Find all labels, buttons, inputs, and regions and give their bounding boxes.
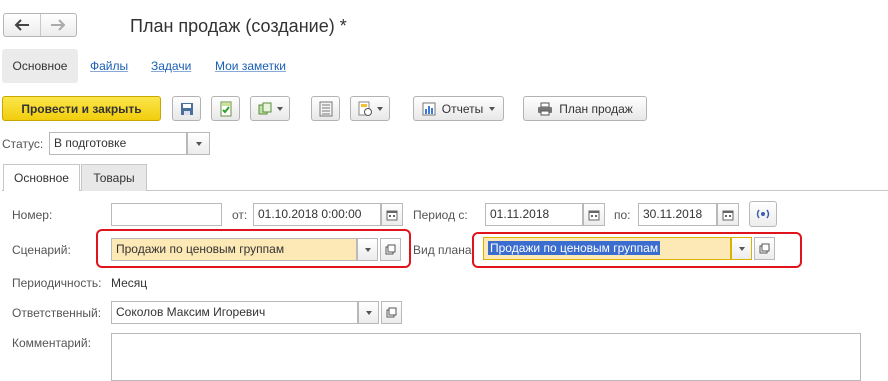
scenario-select[interactable]: Продажи по ценовым группам xyxy=(111,238,357,261)
chevron-down-icon xyxy=(195,141,202,146)
post-button[interactable] xyxy=(211,96,240,121)
reports-button[interactable]: Отчеты xyxy=(413,96,504,121)
responsible-select[interactable]: Соколов Максим Игоревич xyxy=(111,301,358,324)
report-icon xyxy=(422,102,436,115)
arrow-right-icon xyxy=(51,19,66,31)
create-based-on-button[interactable] xyxy=(250,96,290,121)
open-window-icon xyxy=(759,243,770,254)
save-button[interactable] xyxy=(172,96,201,121)
list-document-icon xyxy=(319,101,332,116)
responsible-label: Ответственный: xyxy=(12,306,102,320)
related-documents-icon xyxy=(358,101,372,116)
post-document-icon xyxy=(220,101,231,116)
period-from-input[interactable]: 01.11.2018 xyxy=(485,203,583,226)
period-to-label: по: xyxy=(614,208,631,222)
comment-textarea[interactable] xyxy=(111,333,861,381)
chevron-down-icon xyxy=(738,246,745,251)
reports-label: Отчеты xyxy=(441,101,484,116)
number-input[interactable] xyxy=(111,203,222,226)
chevron-down-icon xyxy=(377,106,383,111)
calendar-icon xyxy=(722,210,734,220)
period-icon xyxy=(756,209,770,219)
date-calendar-button[interactable] xyxy=(381,203,403,226)
tab-goods[interactable]: Товары xyxy=(81,164,147,191)
section-tab-tasks[interactable]: Задачи xyxy=(151,49,191,83)
post-and-close-label: Провести и закрыть xyxy=(21,101,142,116)
period-from-label: Период с: xyxy=(413,208,468,222)
journal-button[interactable] xyxy=(311,96,340,121)
print-sales-plan-button[interactable]: План продаж xyxy=(523,96,647,121)
plan-type-open-button[interactable] xyxy=(754,237,775,260)
period-to-calendar-button[interactable] xyxy=(717,203,739,226)
arrow-left-icon xyxy=(14,19,29,31)
date-label: от: xyxy=(232,208,248,222)
tab-main[interactable]: Основное xyxy=(3,164,80,191)
status-label: Статус: xyxy=(2,137,44,151)
navigation-buttons xyxy=(3,13,77,37)
responsible-dropdown-button[interactable] xyxy=(358,301,379,324)
sales-plan-label: План продаж xyxy=(559,101,633,116)
scenario-dropdown-button[interactable] xyxy=(357,238,378,261)
open-window-icon xyxy=(386,307,397,318)
period-select-button[interactable] xyxy=(749,201,777,227)
forward-button[interactable] xyxy=(39,14,77,36)
section-tab-main[interactable]: Основное xyxy=(2,49,78,83)
plan-type-label: Вид плана: xyxy=(413,243,475,257)
calendar-icon xyxy=(386,210,398,220)
printer-icon xyxy=(538,102,553,115)
period-to-input[interactable]: 30.11.2018 xyxy=(638,203,717,226)
create-based-icon xyxy=(258,102,272,114)
plan-type-select[interactable]: Продажи по ценовым группам xyxy=(483,237,731,260)
scenario-open-button[interactable] xyxy=(380,238,401,261)
section-tab-files[interactable]: Файлы xyxy=(90,49,128,83)
periodicity-value: Месяц xyxy=(111,276,148,290)
back-button[interactable] xyxy=(4,14,40,36)
plan-type-selected-text: Продажи по ценовым группам xyxy=(488,241,661,255)
status-dropdown-button[interactable] xyxy=(187,132,210,155)
chevron-down-icon xyxy=(365,310,372,315)
scenario-label: Сценарий: xyxy=(12,243,71,257)
comment-label: Комментарий: xyxy=(12,336,91,350)
related-documents-button[interactable] xyxy=(350,96,390,121)
period-from-calendar-button[interactable] xyxy=(583,203,605,226)
chevron-down-icon xyxy=(364,247,371,252)
page-title: План продаж (создание) * xyxy=(130,16,347,36)
open-window-icon xyxy=(385,244,396,255)
plan-type-dropdown-button[interactable] xyxy=(731,237,752,260)
section-tab-notes[interactable]: Мои заметки xyxy=(215,49,286,83)
responsible-open-button[interactable] xyxy=(381,301,402,324)
number-label: Номер: xyxy=(12,208,53,222)
chevron-down-icon xyxy=(489,106,496,111)
periodicity-label: Периодичность: xyxy=(12,276,102,290)
chevron-down-icon xyxy=(277,106,283,111)
save-icon xyxy=(180,102,193,115)
date-input[interactable]: 01.10.2018 0:00:00 xyxy=(253,203,381,226)
calendar-icon xyxy=(588,210,600,220)
status-select[interactable]: В подготовке xyxy=(49,132,187,155)
post-and-close-button[interactable]: Провести и закрыть xyxy=(2,96,161,121)
